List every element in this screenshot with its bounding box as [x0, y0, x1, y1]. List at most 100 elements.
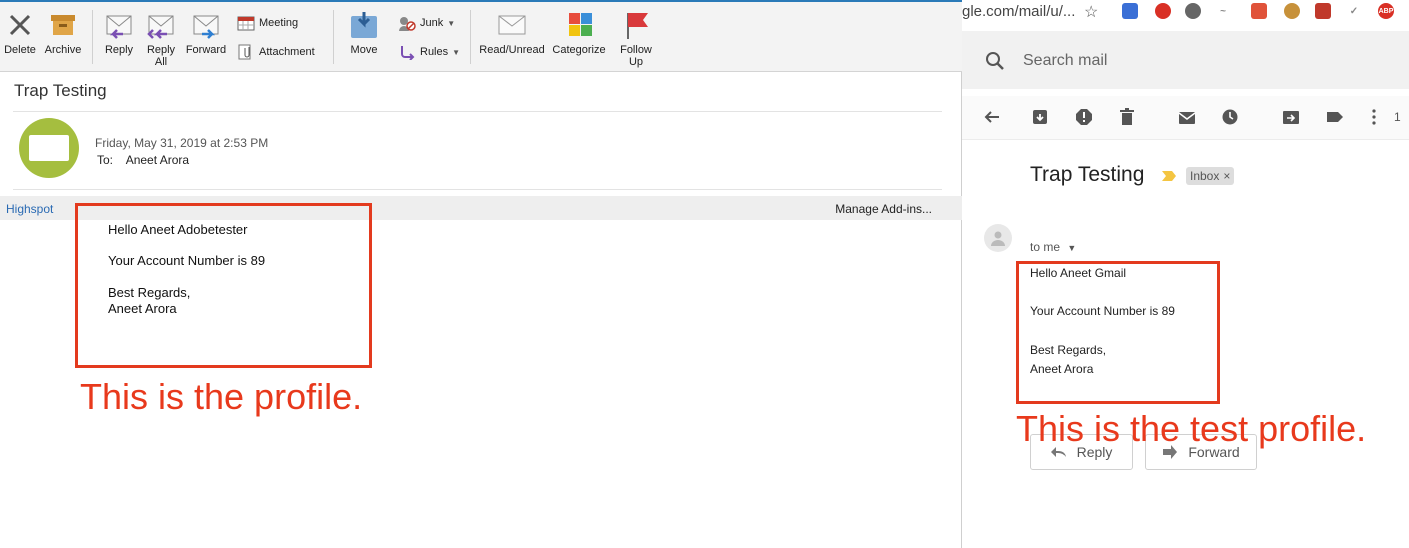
- archive-box-icon: [47, 10, 79, 40]
- adblock-icon[interactable]: ABP: [1378, 3, 1394, 19]
- forward-label: Forward: [185, 44, 227, 56]
- to-me-label: to me: [1030, 240, 1061, 254]
- flag-icon: ▾: [620, 10, 652, 40]
- calendar-icon: [237, 16, 255, 31]
- reply-all-envelope-icon: [145, 10, 177, 40]
- highspot-addin-link[interactable]: Highspot: [6, 202, 53, 216]
- back-arrow-icon[interactable]: [983, 108, 1001, 126]
- gmail-window: gle.com/mail/u/... ☆ ~ ✓ ABP Search mail: [962, 0, 1409, 548]
- read-unread-label: Read/Unread: [479, 44, 545, 56]
- manage-addins-link[interactable]: Manage Add-ins...: [835, 202, 932, 216]
- archive-label: Archive: [44, 44, 82, 56]
- divider: [13, 189, 942, 190]
- message-toolbar: 1: [962, 96, 1409, 140]
- meeting-button[interactable]: Meeting: [237, 15, 298, 31]
- annotation-caption: This is the profile.: [80, 376, 363, 417]
- delete-button[interactable]: Delete: [2, 10, 38, 56]
- extension-icon[interactable]: [1315, 3, 1331, 19]
- rules-label: Rules: [420, 46, 449, 58]
- move-folder-icon: ▾: [348, 10, 380, 40]
- to-label: To:: [97, 153, 114, 167]
- reply-envelope-icon: [103, 10, 135, 40]
- forward-envelope-icon: [190, 10, 222, 40]
- delete-label: Delete: [4, 44, 36, 56]
- meeting-label: Meeting: [259, 17, 299, 29]
- reply-label: Reply: [104, 44, 134, 56]
- move-to-icon[interactable]: [1282, 108, 1300, 126]
- ribbon-divider: [92, 10, 93, 64]
- recipient-name[interactable]: Aneet Arora: [126, 153, 189, 167]
- mark-unread-icon[interactable]: [1178, 108, 1196, 126]
- cookie-icon[interactable]: [1284, 3, 1300, 19]
- follow-up-button[interactable]: ▾ Follow Up: [614, 10, 658, 68]
- envelope-icon: [496, 10, 528, 40]
- rules-button[interactable]: Rules ▼: [398, 44, 460, 60]
- search-input[interactable]: Search mail: [1023, 52, 1107, 70]
- snooze-clock-icon[interactable]: [1221, 108, 1239, 126]
- junk-icon: [399, 17, 416, 31]
- remove-label-icon[interactable]: ×: [1223, 169, 1230, 183]
- search-bar[interactable]: Search mail: [962, 31, 1409, 89]
- rules-icon: [401, 46, 415, 60]
- contact-card-icon: [29, 135, 69, 161]
- recipient-row: To: Aneet Arora: [97, 153, 189, 167]
- extension-icon[interactable]: [1122, 3, 1138, 19]
- recipient-dropdown[interactable]: to me ▼: [1030, 240, 1076, 254]
- extension-icon[interactable]: [1155, 3, 1171, 19]
- label-icon[interactable]: [1326, 108, 1344, 126]
- search-icon[interactable]: [984, 50, 1006, 72]
- inbox-label-chip: Inbox ×: [1186, 167, 1235, 185]
- move-label: Move: [350, 44, 378, 56]
- url-text[interactable]: gle.com/mail/u/...: [962, 3, 1075, 20]
- follow-up-label-line2: Up: [628, 56, 644, 68]
- chevron-down-icon: ▼: [447, 18, 456, 28]
- attachment-label: Attachment: [259, 46, 315, 58]
- extension-icon[interactable]: ~: [1215, 3, 1231, 19]
- message-date: Friday, May 31, 2019 at 2:53 PM: [95, 136, 269, 150]
- reply-all-label-line2: All: [154, 56, 168, 68]
- annotation-box: [1016, 261, 1220, 404]
- annotation-caption: This is the test profile.: [1016, 408, 1367, 449]
- important-marker-icon[interactable]: [1161, 170, 1177, 182]
- chevron-down-icon: ▼: [452, 47, 461, 57]
- inbox-label-text: Inbox: [1190, 169, 1220, 183]
- ribbon-divider: [333, 10, 334, 64]
- report-spam-icon[interactable]: [1075, 108, 1093, 126]
- junk-button[interactable]: Junk ▼: [398, 15, 455, 31]
- categorize-button[interactable]: ▾ Categorize: [550, 10, 608, 56]
- screenshot: Delete Archive Reply Reply All Forward M…: [0, 0, 1409, 548]
- annotation-box: [75, 203, 372, 368]
- reply-all-button[interactable]: Reply All: [142, 10, 180, 68]
- extension-icon[interactable]: [1185, 3, 1201, 19]
- bookmark-star-icon[interactable]: ☆: [1084, 2, 1098, 22]
- sender-avatar[interactable]: [984, 224, 1012, 252]
- move-button[interactable]: ▾ Move: [343, 10, 385, 56]
- sender-avatar[interactable]: [19, 118, 79, 178]
- categorize-icon: ▾: [563, 10, 595, 40]
- forward-button[interactable]: Forward: [184, 10, 228, 56]
- person-icon: [991, 231, 1005, 246]
- chevron-down-icon[interactable]: ▼: [1067, 243, 1076, 253]
- outlook-window: Delete Archive Reply Reply All Forward M…: [0, 0, 962, 548]
- reply-button[interactable]: Reply: [100, 10, 138, 56]
- follow-up-label-line1: Follow: [620, 44, 652, 56]
- extension-icon[interactable]: ✓: [1346, 3, 1362, 19]
- pagination-count: 1: [1394, 110, 1401, 124]
- read-unread-button[interactable]: Read/Unread: [478, 10, 546, 56]
- more-options-icon[interactable]: [1365, 108, 1383, 126]
- categorize-label: Categorize: [552, 44, 606, 56]
- divider: [13, 111, 942, 112]
- ribbon-divider: [470, 10, 471, 64]
- archive-icon[interactable]: [1031, 108, 1049, 126]
- attachment-button[interactable]: Attachment: [237, 44, 315, 60]
- junk-label: Junk: [420, 17, 444, 29]
- trash-icon[interactable]: [1118, 108, 1136, 126]
- message-subject: Trap Testing: [1030, 163, 1145, 186]
- delete-icon: [4, 10, 36, 40]
- shield-icon[interactable]: [1251, 3, 1267, 19]
- archive-button[interactable]: Archive: [43, 10, 83, 56]
- ribbon-toolbar: Delete Archive Reply Reply All Forward M…: [0, 0, 962, 72]
- paperclip-icon: [238, 44, 251, 60]
- reply-all-label-line1: Reply: [146, 44, 176, 56]
- message-subject: Trap Testing: [14, 81, 107, 100]
